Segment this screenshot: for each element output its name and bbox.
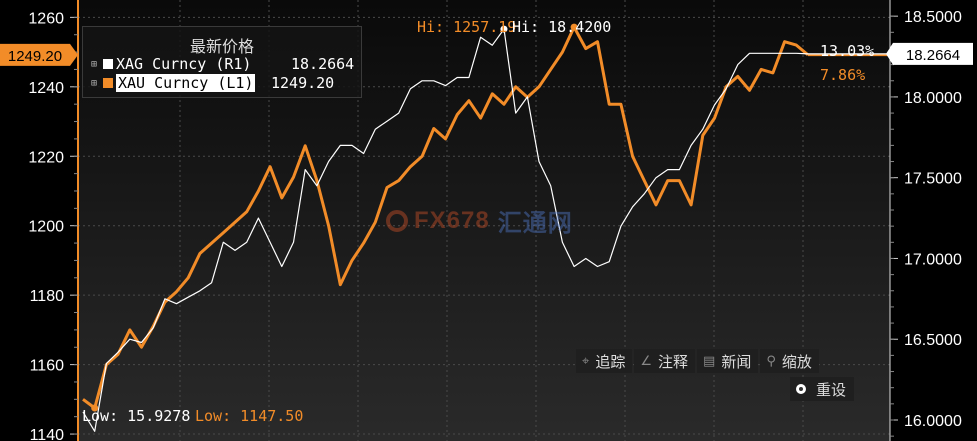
watermark-text: FX678 <box>414 206 490 234</box>
news-icon: ▤ <box>703 353 716 368</box>
reset-label: 重设 <box>816 381 847 399</box>
legend-row-xag[interactable]: ⊞ XAG Curncy (R1) 18.2664 <box>91 54 354 74</box>
pencil-icon: ∠ <box>640 353 652 368</box>
zoom-label: 缩放 <box>781 353 812 371</box>
legend-row-xau[interactable]: ⊞ XAU Curncy (L1) 1249.20 <box>91 73 334 93</box>
right-tick-label: 17.0000 <box>904 251 962 268</box>
chart-toolbar: ⌖ 追踪 ∠ 注释 ▤ 新闻 ⚲ 缩放 <box>576 349 819 373</box>
crosshair-icon: ⌖ <box>582 353 590 368</box>
news-button[interactable]: ▤ 新闻 <box>697 349 759 373</box>
right-tick-label: 16.5000 <box>904 332 962 349</box>
watermark-logo-icon <box>386 209 408 232</box>
right-tick-label: 18.5000 <box>904 9 962 26</box>
track-button[interactable]: ⌖ 追踪 <box>576 349 633 373</box>
right-tick-label: 17.5000 <box>904 171 962 188</box>
annotate-label: 注释 <box>658 353 689 371</box>
xau-low-label: Low: 1147.50 <box>195 407 303 425</box>
xau-change-label: 7.86% <box>820 66 865 84</box>
annotate-button[interactable]: ∠ 注释 <box>634 349 696 373</box>
legend: 最新价格 ⊞ XAG Curncy (R1) 18.2664 ⊞ XAU Cur… <box>82 26 362 98</box>
watermark: FX678 汇通网 <box>386 203 573 238</box>
xag-change-label: 13.03% <box>820 42 874 60</box>
legend-xag-label: XAG Curncy (R1) <box>116 55 252 73</box>
left-axis: 1140 1160 1180 1200 1220 1240 1260 <box>28 0 79 441</box>
left-tick-label: 1140 <box>30 427 65 441</box>
expand-icon[interactable]: ⊞ <box>91 59 101 70</box>
left-tick-label: 1180 <box>30 288 65 305</box>
legend-xau-value: 1249.20 <box>271 74 335 92</box>
reset-icon <box>796 384 806 394</box>
reset-button[interactable]: 重设 <box>790 377 855 401</box>
legend-xag-value: 18.2664 <box>291 55 355 73</box>
right-axis: 16.0000 16.5000 17.0000 17.5000 18.0000 18.50… <box>889 0 962 441</box>
legend-xau-label: XAU Curncy (L1) <box>116 74 256 92</box>
left-tick-label: 1220 <box>28 149 64 166</box>
xag-low-label: Low: 15.9278 <box>82 407 190 425</box>
left-tick-label: 1260 <box>28 10 64 27</box>
right-tick-label: 18.0000 <box>904 90 962 107</box>
xau-swatch <box>103 78 113 88</box>
track-label: 追踪 <box>595 353 626 371</box>
expand-icon[interactable]: ⊞ <box>91 78 101 89</box>
xau-last-value: 1249.20 <box>8 48 62 65</box>
left-tick-label: 1200 <box>28 219 64 236</box>
left-tick-label: 1160 <box>30 358 65 375</box>
zoom-button[interactable]: ⚲ 缩放 <box>760 349 819 373</box>
xag-last-value: 18.2664 <box>906 47 960 64</box>
watermark-cn: 汇通网 <box>497 210 573 237</box>
xau-last-tag-arrow <box>70 43 78 66</box>
left-tick-label: 1240 <box>28 80 64 97</box>
xau-hi-label: Hi: 1257.19 <box>417 18 516 36</box>
news-label: 新闻 <box>721 353 752 371</box>
xag-swatch <box>103 59 113 69</box>
right-tick-label: 16.0000 <box>904 413 962 430</box>
magnifier-icon: ⚲ <box>766 353 776 368</box>
xag-hi-label: Hi: 18.4200 <box>512 18 611 36</box>
